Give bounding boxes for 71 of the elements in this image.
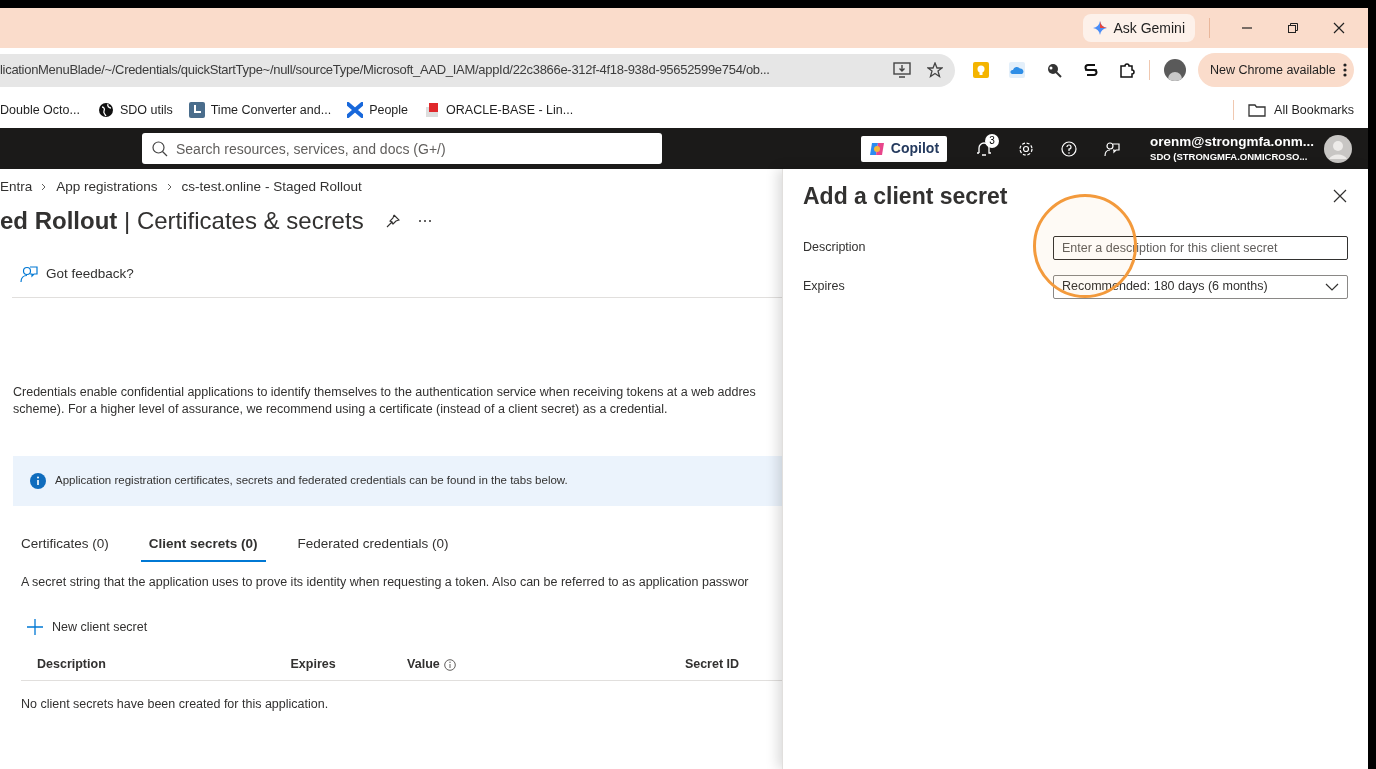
help-icon — [1061, 140, 1078, 157]
notification-count: 3 — [985, 133, 1000, 148]
feedback-person-icon — [20, 265, 38, 283]
new-client-secret-button[interactable]: New client secret — [27, 617, 148, 637]
s-logo-icon — [1083, 62, 1099, 78]
tab-description: A secret string that the application uses to prove its identity when requesting a token. Also can be referred to as application passwor — [21, 574, 750, 591]
got-feedback-button[interactable]: Got feedback? — [12, 263, 142, 285]
bookmark[interactable]: ORACLE-BASE - Lin... — [424, 96, 574, 124]
info-icon — [30, 473, 46, 489]
column-header[interactable]: Expires — [290, 655, 336, 674]
settings-icon — [1018, 140, 1035, 157]
notifications-button[interactable]: 3 — [969, 133, 1000, 164]
sparkle-icon — [1093, 21, 1108, 35]
cube-icon — [424, 102, 441, 118]
field-label: Expires — [803, 278, 846, 296]
more-button[interactable] — [417, 219, 432, 223]
clock-icon — [188, 102, 205, 118]
cloud-icon — [1009, 62, 1025, 78]
magnifier-icon — [1045, 62, 1063, 78]
copilot-button[interactable]: Copilot — [860, 135, 948, 162]
ask-gemini-button[interactable]: Ask Gemini — [1083, 14, 1195, 42]
search-icon — [152, 141, 168, 157]
banner-text: Application registration certificates, secrets and federated credentials can be found in the tabs below. — [55, 473, 568, 489]
bookmark[interactable]: People — [347, 96, 409, 124]
bookmark[interactable]: Time Converter and... — [188, 96, 332, 124]
column-header[interactable]: Secret ID — [684, 655, 740, 674]
tab[interactable]: Client secrets (0) — [140, 528, 266, 562]
chevron-right-icon — [166, 183, 173, 191]
address-bar[interactable]: licationMenuBlade/~/Credentials/quickStartType~/null/sourceType/Microsoft_AAD_IAM/appId/22c3866e-312f-4f18-938d-95652599e754/ob... — [0, 53, 955, 87]
bookmark[interactable]: Double Octo... — [0, 96, 80, 124]
star-icon — [927, 62, 943, 78]
tab[interactable]: Federated credentials (0) — [289, 528, 457, 562]
feedback-person-icon — [1104, 140, 1121, 157]
avatar-icon — [1324, 134, 1352, 163]
pin-button[interactable] — [385, 214, 400, 228]
restore-icon — [1286, 21, 1300, 35]
update-chrome-button[interactable]: New Chrome available — [1198, 53, 1354, 87]
field-label: Description — [803, 239, 867, 257]
copilot-icon — [868, 140, 885, 157]
puzzle-icon — [1119, 62, 1135, 78]
bookmark[interactable]: SDO utils — [97, 96, 173, 124]
description-text: Credentials enable confidential applications to identify themselves to the authentication service when receiving tokens at a web addres — [13, 384, 757, 401]
tab[interactable]: Certificates (0) — [13, 528, 117, 562]
folder-icon — [1248, 103, 1267, 117]
ellipsis-icon — [417, 219, 432, 223]
profile-avatar[interactable] — [1164, 59, 1186, 81]
close-icon — [1333, 189, 1347, 204]
plus-icon — [27, 619, 43, 636]
breadcrumb-link[interactable]: App registrations — [56, 176, 158, 198]
page-title: ed Rollout | Certificates & secrets — [0, 206, 364, 236]
all-bookmarks-button[interactable]: All Bookmarks — [1248, 100, 1354, 120]
chevron-right-icon — [41, 183, 48, 191]
breadcrumb-link[interactable]: cs-test.online - Staged Rollout — [181, 176, 362, 198]
chevron-down-icon — [1325, 282, 1339, 291]
column-header[interactable]: Description — [37, 655, 106, 674]
panel-title: Add a client secret — [803, 182, 1008, 211]
url-text: licationMenuBlade/~/Credentials/quickStartType~/null/sourceType/Microsoft_AAD_IAM/appId/22c3866e-312f-4f18-938d-95652599e754/ob... — [0, 61, 771, 80]
install-icon — [893, 62, 911, 78]
close-icon — [1332, 21, 1346, 35]
account-button[interactable]: orenm@strongmfa.onm... SDO (STRONGMFA.ONMICROSO... — [1150, 134, 1352, 163]
info-icon — [443, 658, 456, 671]
description-text: scheme). For a higher level of assurance, we recommend using a certificate (instead of a client secret) as a credential. — [13, 401, 669, 418]
column-header[interactable]: Value — [407, 655, 456, 674]
search-field[interactable]: Search resources, services, and docs (G+/) — [142, 133, 662, 164]
empty-message: No client secrets have been created for this application. — [21, 695, 330, 713]
globe-icon — [97, 102, 114, 118]
pin-icon — [385, 214, 400, 228]
lightbulb-icon — [973, 62, 989, 78]
more-icon — [1341, 62, 1348, 78]
breadcrumb-link[interactable]: Entra — [0, 176, 33, 198]
cross-logo-icon — [347, 102, 364, 118]
